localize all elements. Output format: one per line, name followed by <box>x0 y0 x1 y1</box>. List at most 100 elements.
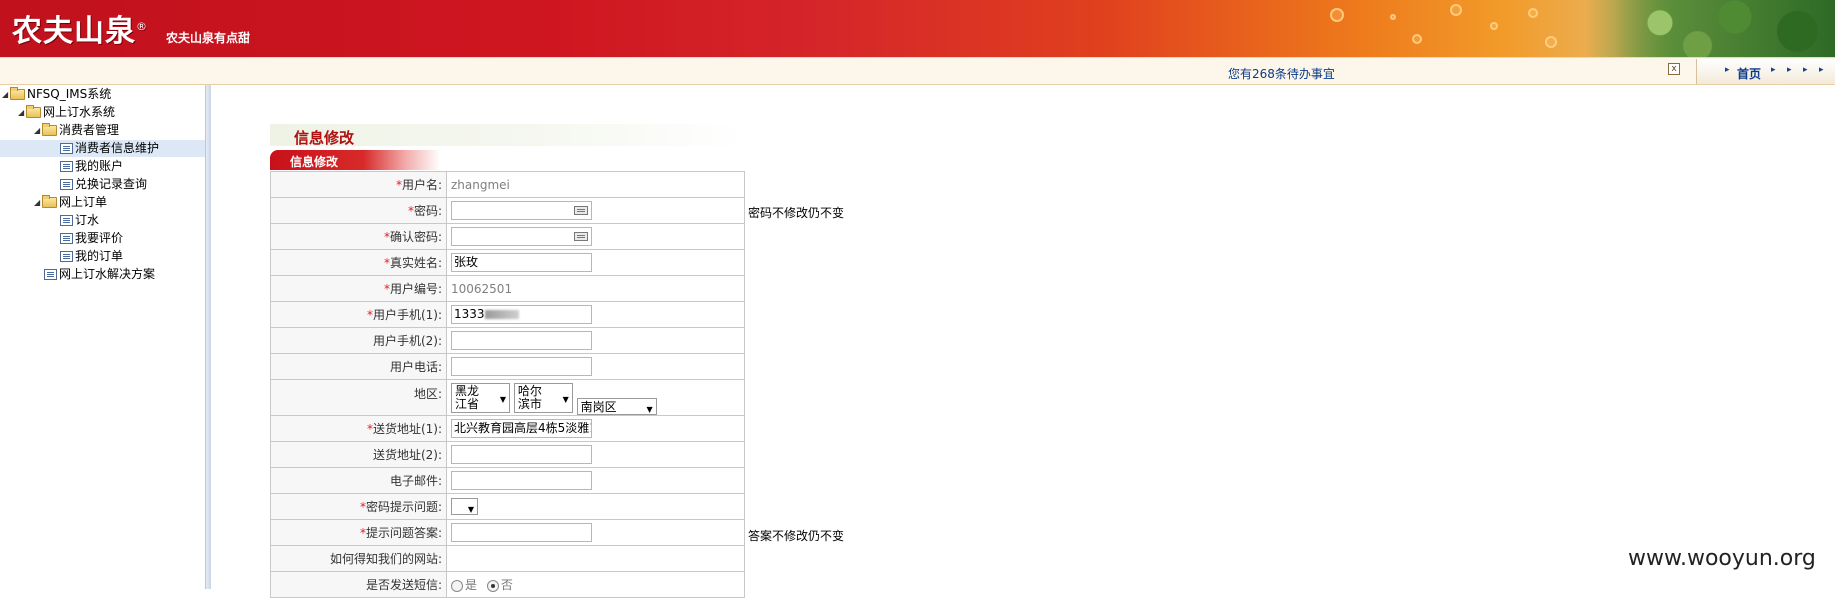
expand-triangle-icon[interactable]: ◢ <box>2 86 10 103</box>
form-row-phone: 用户电话: <box>270 353 745 380</box>
form-row-user-id: *用户编号: 10062501 <box>270 275 745 302</box>
password-field[interactable] <box>451 201 592 220</box>
page-icon <box>60 143 73 154</box>
water-drop-decoration <box>1412 34 1422 44</box>
water-drop-decoration <box>1390 14 1396 20</box>
nav-arrow-icon[interactable]: ▸ <box>1819 65 1824 75</box>
page-icon <box>60 179 73 190</box>
field-label: 电子邮件: <box>270 467 447 494</box>
tree-node-label: 兑换记录查询 <box>75 177 148 191</box>
tree-node-label: 我的账户 <box>75 159 124 173</box>
tree-node-label: 我的订单 <box>75 249 124 263</box>
close-icon[interactable]: x <box>1668 63 1680 75</box>
watermark: www.wooyun.org <box>1628 546 1816 571</box>
folder-icon <box>10 87 25 100</box>
water-drop-decoration <box>1545 36 1557 48</box>
tree-node-order-water[interactable]: 订水 <box>60 212 99 229</box>
page-title: 信息修改 <box>270 124 744 147</box>
user-id-value: 10062501 <box>451 281 513 296</box>
sms-no-label: 否 <box>500 578 513 592</box>
tree-node-online-orders[interactable]: ◢ 网上订单 <box>34 194 107 211</box>
tree-node-label: 网上订水解决方案 <box>59 267 156 281</box>
nav-arrow-icon[interactable]: ▸ <box>1787 65 1792 75</box>
tree-node-label: 网上订水系统 <box>43 105 116 119</box>
todo-notice-link[interactable]: 您有268条待办事宜 <box>1228 65 1335 82</box>
expand-triangle-icon[interactable]: ◢ <box>18 104 26 121</box>
page-icon <box>60 251 73 262</box>
redacted-blur <box>484 310 519 319</box>
tree-node-label: 网上订单 <box>59 195 108 209</box>
password-note: 密码不修改仍不变 <box>748 206 845 220</box>
form-row-sms: 是否发送短信: 是 否 <box>270 571 745 598</box>
page-icon <box>44 269 57 280</box>
top-nav: ▸ 首页 ▸ ▸ ▸ ▸ <box>1696 59 1835 84</box>
sms-yes-radio[interactable] <box>451 579 463 592</box>
nav-arrow-icon[interactable]: ▸ <box>1771 65 1776 75</box>
user-info-form: *用户名: zhangmei *密码: *确认密码: *真实姓名: 张玫 *用户… <box>270 171 745 598</box>
home-link[interactable]: 首页 <box>1737 65 1761 82</box>
tree-node-review[interactable]: 我要评价 <box>60 230 123 247</box>
tree-node-my-account[interactable]: 我的账户 <box>60 158 123 175</box>
real-name-field[interactable]: 张玫 <box>451 253 592 272</box>
page-icon <box>60 233 73 244</box>
page-icon <box>60 215 73 226</box>
tree-node-redeem-records[interactable]: 兑换记录查询 <box>60 176 147 193</box>
keyboard-icon[interactable] <box>574 232 588 241</box>
tree-node-root[interactable]: ◢ NFSQ_IMS系统 <box>2 86 111 103</box>
expand-triangle-icon[interactable]: ◢ <box>34 122 42 139</box>
form-row-confirm-password: *确认密码: <box>270 223 745 250</box>
mobile-1-field[interactable]: 1333 <box>451 305 592 324</box>
nav-arrow-icon[interactable]: ▸ <box>1725 65 1730 75</box>
tree-node-consumer-management[interactable]: ◢ 消费者管理 <box>34 122 119 139</box>
form-row-real-name: *真实姓名: 张玫 <box>270 249 745 276</box>
security-answer-field[interactable] <box>451 523 592 542</box>
water-drop-decoration <box>1450 4 1462 16</box>
sms-no-radio[interactable] <box>486 579 499 592</box>
expand-triangle-icon[interactable]: ◢ <box>34 194 42 211</box>
tree-node-consumer-info[interactable]: 消费者信息维护 <box>0 140 205 157</box>
field-label: *用户名: <box>270 171 447 198</box>
city-select[interactable]: 哈尔滨市 ▼ <box>513 383 573 413</box>
security-question-select[interactable]: ▼ <box>451 498 478 515</box>
tree-node-label: 我要评价 <box>75 231 124 245</box>
keyboard-icon[interactable] <box>574 206 588 215</box>
tree-node-label: 订水 <box>75 213 100 227</box>
form-row-email: 电子邮件: <box>270 467 745 494</box>
form-row-mobile-1: *用户手机(1): 1333 <box>270 301 745 328</box>
tree-node-solutions[interactable]: 网上订水解决方案 <box>44 266 155 283</box>
field-label: *真实姓名: <box>270 249 447 276</box>
field-label: 用户手机(2): <box>270 327 447 354</box>
form-row-referral: 如何得知我们的网站: <box>270 545 745 572</box>
tree-node-ordering-system[interactable]: ◢ 网上订水系统 <box>18 104 115 121</box>
address-2-field[interactable] <box>451 445 592 464</box>
email-field[interactable] <box>451 471 592 490</box>
header-banner: 农夫山泉® 农夫山泉有点甜 <box>0 0 1835 57</box>
water-drop-decoration <box>1528 8 1538 18</box>
sms-yes-label: 是 <box>465 578 478 592</box>
phone-field[interactable] <box>451 357 592 376</box>
dropdown-arrow-icon: ▼ <box>562 395 569 404</box>
mobile-2-field[interactable] <box>451 331 592 350</box>
tab-info-edit[interactable]: 信息修改 <box>270 150 440 170</box>
form-row-password: *密码: <box>270 197 745 224</box>
form-row-security-question: *密码提示问题: ▼ <box>270 493 745 520</box>
address-1-field[interactable]: 北兴教育园高层4栋5淡雅1 <box>451 419 592 438</box>
field-label: 地区: <box>270 379 447 416</box>
tree-node-label: NFSQ_IMS系统 <box>27 87 112 101</box>
district-select[interactable]: 南岗区 ▼ <box>576 398 657 415</box>
tree-node-label: 消费者信息维护 <box>75 141 160 155</box>
sidebar-splitter[interactable] <box>205 85 211 589</box>
nav-arrow-icon[interactable]: ▸ <box>1803 65 1808 75</box>
province-select[interactable]: 黑龙江省 ▼ <box>451 383 510 413</box>
form-row-mobile-2: 用户手机(2): <box>270 327 745 354</box>
notice-bar: 您有268条待办事宜 x ▸ 首页 ▸ ▸ ▸ ▸ <box>0 57 1835 85</box>
field-label: *密码: <box>270 197 447 224</box>
dropdown-arrow-icon: ▼ <box>467 505 474 514</box>
field-label: *用户编号: <box>270 275 447 302</box>
confirm-password-field[interactable] <box>451 227 592 246</box>
field-label: 送货地址(2): <box>270 441 447 468</box>
answer-note: 答案不修改仍不变 <box>748 529 845 543</box>
page-icon <box>60 161 73 172</box>
tree-node-my-orders[interactable]: 我的订单 <box>60 248 123 265</box>
tree-node-label: 消费者管理 <box>59 123 120 137</box>
